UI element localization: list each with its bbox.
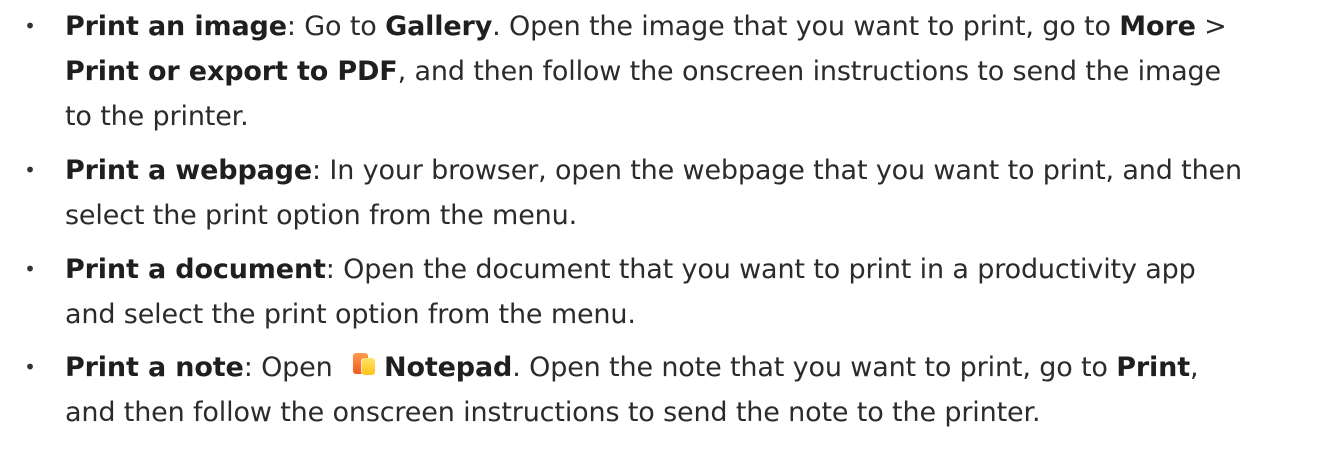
text-run: ,: [1190, 352, 1199, 383]
notepad-icon-front-page: [362, 358, 376, 375]
text-run: : Open the document that you want to pri…: [325, 254, 1196, 285]
line: Print or export to PDF, and then follow …: [65, 49, 1335, 94]
text-run: . Open the image that you want to print,…: [492, 11, 1120, 42]
bullet: •: [24, 14, 36, 38]
item-title: Print a webpage: [65, 155, 313, 186]
line: and select the print option from the men…: [65, 292, 1335, 337]
notepad-app-icon: [351, 352, 376, 377]
item-title: Print an image: [65, 11, 287, 42]
text-run: to the printer.: [65, 101, 249, 132]
gallery-reference: Gallery: [385, 11, 493, 42]
list-item-text: Print a document: Open the document that…: [65, 247, 1335, 337]
text-run: : Go to: [286, 11, 386, 42]
line: Print a note: Open Notepad. Open the not…: [65, 345, 1335, 390]
list-item-text: Print a note: Open Notepad. Open the not…: [65, 345, 1335, 435]
item-title: Print a document: [65, 254, 326, 285]
item-title: Print a note: [65, 352, 244, 383]
document-page: • Print an image: Go to Gallery. Open th…: [0, 0, 1344, 470]
line: Print a document: Open the document that…: [65, 247, 1335, 292]
print-export-reference: Print or export to PDF: [65, 56, 398, 87]
bullet: •: [24, 257, 36, 281]
text-run: >: [1195, 11, 1227, 42]
line: and then follow the onscreen instruction…: [65, 390, 1335, 435]
text-run: . Open the note that you want to print, …: [512, 352, 1117, 383]
list-item-text: Print an image: Go to Gallery. Open the …: [65, 4, 1335, 139]
line: to the printer.: [65, 94, 1335, 139]
bullet: •: [24, 158, 36, 182]
more-reference: More: [1119, 11, 1196, 42]
line: Print an image: Go to Gallery. Open the …: [65, 4, 1335, 49]
list-item-text: Print a webpage: In your browser, open t…: [65, 148, 1335, 238]
text-run: and select the print option from the men…: [65, 299, 636, 330]
bullet: •: [24, 355, 36, 379]
line: select the print option from the menu.: [65, 193, 1335, 238]
print-reference: Print: [1116, 352, 1190, 383]
text-run: and then follow the onscreen instruction…: [65, 397, 1041, 428]
text-run: : In your browser, open the webpage that…: [312, 155, 1242, 186]
line: Print a webpage: In your browser, open t…: [65, 148, 1335, 193]
text-run: : Open: [243, 352, 342, 383]
notepad-reference: Notepad: [384, 352, 513, 383]
text-run: select the print option from the menu.: [65, 200, 578, 231]
text-run: , and then follow the onscreen instructi…: [397, 56, 1222, 87]
